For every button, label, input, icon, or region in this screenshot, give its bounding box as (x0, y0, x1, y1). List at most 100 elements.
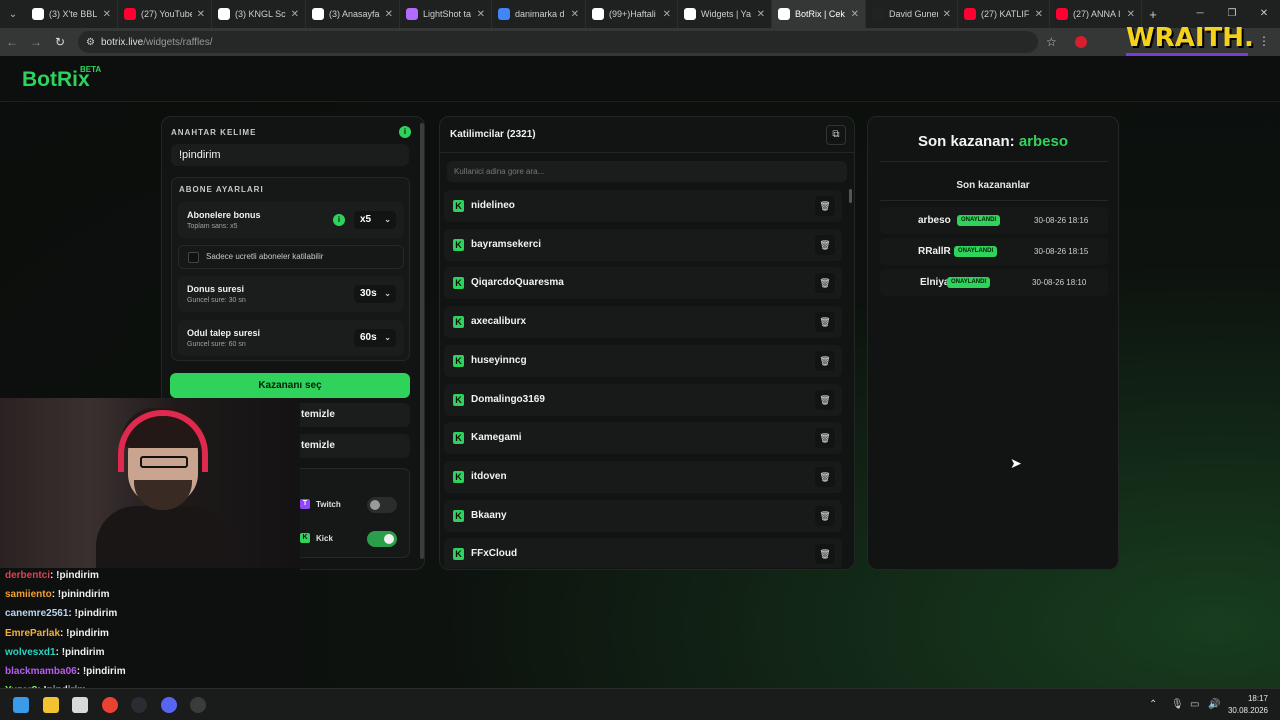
winner-name: Elniya (920, 277, 950, 288)
participants-scrollbar[interactable] (849, 189, 852, 203)
twitch-toggle[interactable] (367, 497, 397, 513)
tab-close-icon[interactable]: ✕ (291, 9, 299, 20)
participant-name: axecaliburx (471, 316, 527, 328)
round-duration-select[interactable]: 30s ⌄ (354, 285, 396, 303)
participant-row: Khuseyinncg 🗑 (444, 344, 842, 377)
chat-text: : !pindirim (68, 608, 118, 620)
taskbar-time[interactable]: 18:17 (1220, 694, 1268, 703)
taskbar-date[interactable]: 30.08.2026 (1220, 706, 1268, 715)
app-icon[interactable] (190, 697, 206, 713)
tab-close-icon[interactable]: ✕ (1127, 9, 1135, 20)
kick-icon: K (453, 200, 464, 212)
browser-tab[interactable]: (3) X'te BBL ✕ (26, 0, 118, 28)
participant-name: QiqarcdoQuaresma (471, 277, 564, 289)
kick-icon: K (453, 509, 464, 522)
kick-toggle[interactable] (367, 531, 397, 547)
browser-tab[interactable]: (3) Anasayfa ✕ (306, 0, 400, 28)
paid-only-checkbox[interactable] (188, 252, 199, 263)
mouse-cursor-icon: ➤ (1010, 455, 1022, 471)
browser-tab-title: (27) ANNA I (1073, 9, 1121, 19)
tray-chevron-icon[interactable]: ⌃ (1149, 699, 1157, 710)
botrix-icon (684, 8, 696, 20)
claim-duration-subtitle: Guncel sure: 60 sn (187, 341, 246, 348)
browser-tab[interactable]: (27) YouTube ✕ (118, 0, 212, 28)
top-navbar: BotRix BETA (0, 56, 1280, 102)
chrome-icon[interactable] (102, 697, 118, 713)
tab-close-icon[interactable]: ✕ (943, 9, 951, 20)
sub-bonus-select[interactable]: x5 ⌄ (354, 211, 396, 229)
trash-icon[interactable]: 🗑 (815, 196, 835, 216)
store-icon[interactable] (72, 697, 88, 713)
chat-username: canemre2561 (5, 608, 69, 620)
participants-header: Katilimcilar (2321) ⧉ (440, 117, 854, 153)
tab-close-icon[interactable]: ✕ (571, 9, 579, 20)
youtube-icon (1056, 8, 1068, 20)
microphone-icon[interactable]: 🎙 (1171, 699, 1184, 710)
trash-icon[interactable]: 🗑 (815, 389, 835, 410)
tab-close-icon[interactable]: ✕ (103, 9, 111, 20)
winner-date: 30-08-26 18:10 (1032, 278, 1087, 287)
paid-only-row[interactable]: Sadece ucretli aboneler katilabilir (178, 245, 404, 269)
copy-icon[interactable]: ⧉ (826, 125, 846, 145)
claim-duration-value: 60s (360, 332, 377, 343)
pick-winner-button[interactable]: Kazananı seç (170, 373, 410, 398)
browser-tab[interactable]: David Guner ✕ (866, 0, 958, 28)
participants-card: Katilimcilar (2321) ⧉ Kullanici adina go… (439, 116, 855, 570)
trash-icon[interactable]: 🗑 (815, 312, 835, 333)
file-explorer-icon[interactable] (43, 697, 59, 713)
sub-bonus-info-icon[interactable]: i (333, 214, 345, 226)
tab-close-icon[interactable]: ✕ (197, 9, 205, 20)
tab-close-icon[interactable]: ✕ (385, 9, 393, 20)
windows-start-icon[interactable] (13, 697, 29, 713)
volume-icon[interactable]: 🔊 (1208, 699, 1220, 710)
trash-icon[interactable]: 🗑 (815, 544, 835, 565)
tab-close-icon[interactable]: ✕ (477, 9, 485, 20)
browser-tab[interactable]: Widgets | Ya ✕ (678, 0, 772, 28)
url-host: botrix.live (100, 36, 144, 48)
browser-tab[interactable]: danimarka d ✕ (492, 0, 586, 28)
reload-icon[interactable]: ↻ (48, 35, 72, 49)
tab-search-chevron-icon[interactable]: ⌄ (0, 9, 26, 20)
sub-bonus-title: Abonelere bonus (187, 210, 261, 220)
subscriber-settings-box: ABONE AYARLARI Abonelere bonus Toplam sa… (171, 177, 410, 361)
forward-icon[interactable]: → (24, 35, 48, 49)
trash-icon[interactable]: 🗑 (815, 234, 835, 255)
discord-icon[interactable] (161, 697, 177, 713)
trash-icon[interactable]: 🗑 (815, 273, 835, 294)
trash-icon[interactable]: 🗑 (815, 428, 835, 449)
browser-tab[interactable]: (99+)Haftali ✕ (586, 0, 678, 28)
chevron-down-icon: ⌄ (384, 289, 391, 298)
browser-tab-title: (3) KNGL Sc (235, 9, 286, 19)
chevron-down-icon: ⌄ (384, 215, 391, 224)
claim-duration-select[interactable]: 60s ⌄ (354, 329, 396, 347)
back-icon[interactable]: ← (0, 35, 24, 49)
settings-scrollbar[interactable] (420, 123, 424, 559)
tab-close-icon[interactable]: ✕ (851, 9, 859, 20)
extension-icon[interactable] (1074, 36, 1087, 48)
browser-tab[interactable]: (27) KATLIFE ✕ (958, 0, 1050, 28)
keyword-input[interactable]: !pindirim (171, 144, 409, 166)
browser-menu-icon[interactable]: ⋮ (1258, 34, 1270, 48)
participant-name: Kamegami (471, 432, 522, 444)
url-field[interactable]: ⚙ botrix.live/widgets/raffles/ (78, 31, 1038, 53)
browser-tab-title: (99+)Haftali (609, 9, 656, 19)
new-tab-button[interactable]: + (1142, 7, 1164, 22)
youtube-icon (964, 8, 976, 20)
bookmark-star-icon[interactable]: ☆ (1046, 35, 1057, 49)
kick-icon: K (453, 354, 464, 367)
trash-icon[interactable]: 🗑 (815, 505, 835, 526)
network-icon[interactable]: ▭ (1190, 699, 1199, 710)
keyword-info-icon[interactable]: i (399, 126, 411, 138)
trash-icon[interactable]: 🗑 (815, 466, 835, 487)
tab-close-icon[interactable]: ✕ (1035, 9, 1043, 20)
browser-tab[interactable]: LightShot ta ✕ (400, 0, 492, 28)
browser-tab[interactable]: BotRix | Cek ✕ (772, 0, 866, 28)
browser-tab[interactable]: (3) KNGL Sc ✕ (212, 0, 306, 28)
tab-close-icon[interactable]: ✕ (663, 9, 671, 20)
site-info-icon[interactable]: ⚙ (86, 37, 95, 48)
obs-icon[interactable] (131, 697, 147, 713)
winners-card: Son kazanan: arbeso Son kazananlar arbes… (867, 116, 1119, 570)
participant-search-input[interactable]: Kullanici adina gore ara... (447, 161, 847, 182)
trash-icon[interactable]: 🗑 (815, 350, 835, 371)
tab-close-icon[interactable]: ✕ (757, 9, 765, 20)
